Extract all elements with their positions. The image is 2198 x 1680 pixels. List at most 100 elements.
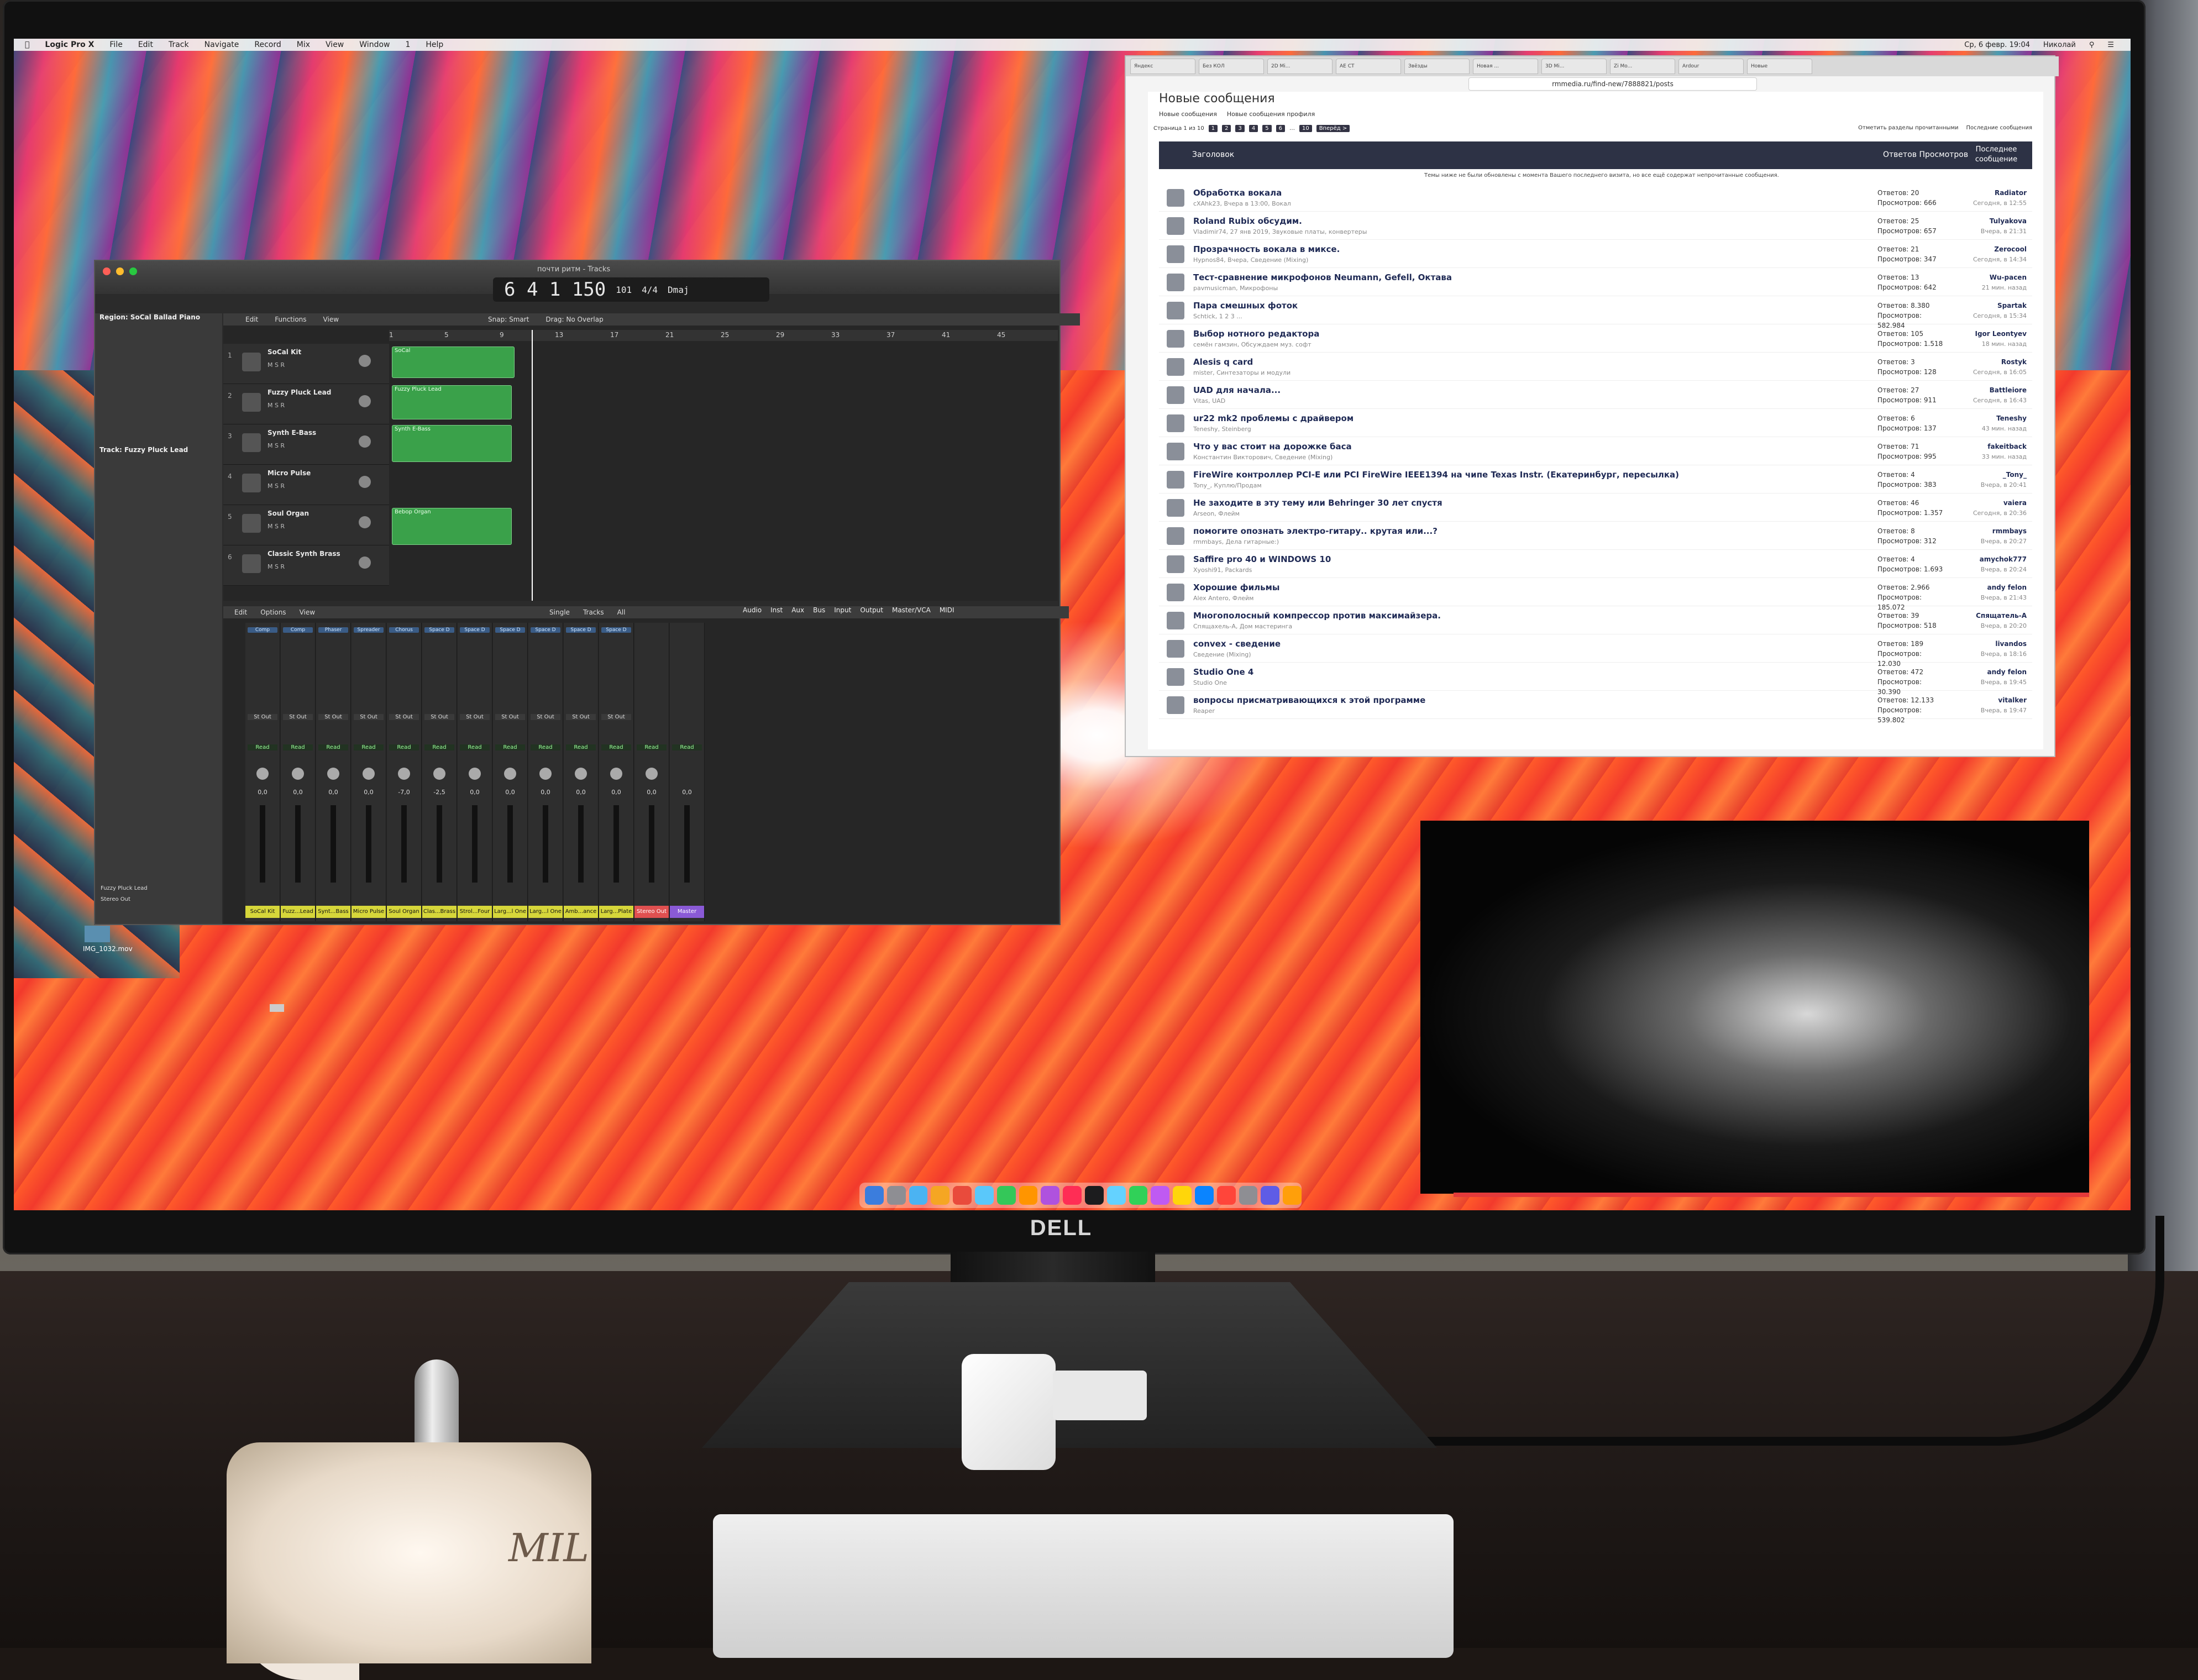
plugin-slot[interactable]: Space D (566, 627, 596, 633)
subnav-new-posts[interactable]: Новые сообщения (1159, 111, 1217, 118)
output-slot[interactable]: St Out (460, 714, 490, 720)
volume-fader[interactable] (295, 805, 301, 883)
volume-fader[interactable] (331, 805, 336, 883)
avatar[interactable] (1167, 471, 1184, 489)
inspector-strip-name[interactable]: Fuzzy Pluck Lead (101, 885, 217, 891)
volume-fader[interactable] (366, 805, 371, 883)
browser-tab[interactable]: 3D Mi... (1541, 59, 1607, 74)
avatar[interactable] (1167, 358, 1184, 376)
last-post-user[interactable]: Igor Leontyev (1949, 329, 2027, 339)
track-msr-buttons[interactable]: M S R (267, 523, 285, 530)
volume-fader[interactable] (684, 805, 690, 883)
last-post-user[interactable]: Teneshy (1949, 413, 2027, 423)
pan-knob[interactable] (292, 768, 304, 780)
video-player[interactable] (1420, 821, 2089, 1194)
dock-app-icon[interactable] (865, 1186, 884, 1205)
last-post-user[interactable]: Wu-pacen (1949, 272, 2027, 282)
tracks-view-menu[interactable]: View (323, 316, 339, 323)
avatar[interactable] (1167, 330, 1184, 348)
channel-name[interactable]: Fuzz...Lead (281, 906, 315, 918)
avatar[interactable] (1167, 696, 1184, 714)
region[interactable]: Synth E-Bass (392, 425, 512, 462)
page-link[interactable]: 2 (1222, 125, 1231, 132)
browser-tab[interactable]: Звёзды (1404, 59, 1470, 74)
table-row[interactable]: Выбор нотного редактора семён гамзин, Обс… (1159, 327, 2032, 353)
thread-title[interactable]: Roland Rubix обсудим. (1193, 216, 1302, 226)
track-header[interactable]: 4 Micro Pulse M S R (223, 465, 389, 505)
track-name[interactable]: Synth E-Bass (267, 429, 316, 437)
browser-tab[interactable]: 2D Mi... (1267, 59, 1333, 74)
filter-inst[interactable]: Inst (770, 606, 783, 614)
last-post-user[interactable]: rmmbays (1949, 526, 2027, 536)
dock-app-icon[interactable] (953, 1186, 972, 1205)
header-counts[interactable]: Ответов Просмотров (1883, 150, 1968, 159)
avatar[interactable] (1167, 584, 1184, 601)
plugin-slot[interactable]: Space D (495, 627, 525, 633)
menu-app-name[interactable]: Logic Pro X (45, 40, 94, 49)
apple-icon[interactable]:  (25, 40, 29, 49)
channel-name[interactable]: Amb...ance (564, 906, 598, 918)
output-slot[interactable]: St Out (389, 714, 419, 720)
thread-title[interactable]: UAD для начала... (1193, 385, 1281, 395)
browser-tab[interactable]: Zi Mo... (1610, 59, 1675, 74)
filter-bus[interactable]: Bus (813, 606, 825, 614)
pan-knob[interactable] (256, 768, 269, 780)
filter-audio[interactable]: Audio (743, 606, 762, 614)
dock-app-icon[interactable] (931, 1186, 950, 1205)
browser-tab[interactable]: AE CT (1336, 59, 1401, 74)
output-slot[interactable]: St Out (318, 714, 348, 720)
dock-app-icon[interactable] (1261, 1186, 1280, 1205)
pan-knob[interactable] (359, 476, 371, 488)
inspector-region[interactable]: Region: SoCal Ballad Piano (99, 313, 200, 321)
menu-1[interactable]: 1 (405, 40, 410, 49)
plugin-slot[interactable]: Phaser (318, 627, 348, 633)
table-row[interactable]: Roland Rubix обсудим. Vladimir74, 27 янв … (1159, 214, 2032, 240)
last-post-user[interactable]: amychok777 (1949, 554, 2027, 564)
region[interactable]: Fuzzy Pluck Lead (392, 385, 512, 419)
page-link[interactable]: 4 (1248, 125, 1258, 132)
volume-fader[interactable] (543, 805, 548, 883)
search-icon[interactable]: ⚲ (2089, 41, 2095, 49)
automation-mode[interactable]: Read (495, 744, 525, 750)
table-row[interactable]: Обработка вокала cXAhk23, Вчера в 13:00, … (1159, 186, 2032, 212)
desktop-file-label[interactable]: IMG_1032.mov (83, 945, 133, 953)
mixer-options-menu[interactable]: Options (260, 608, 286, 616)
avatar[interactable] (1167, 555, 1184, 573)
output-slot[interactable]: St Out (248, 714, 277, 720)
file-icon[interactable] (85, 926, 110, 942)
automation-mode[interactable]: Read (283, 744, 313, 750)
automation-mode[interactable]: Read (354, 744, 384, 750)
channel-name[interactable]: Strol...Four (458, 906, 492, 918)
pan-knob[interactable] (359, 516, 371, 528)
avatar[interactable] (1167, 527, 1184, 545)
thread-title[interactable]: ur22 mk2 проблемы с драйвером (1193, 413, 1354, 423)
table-row[interactable]: вопросы присматривающихся к этой програм… (1159, 693, 2032, 724)
dock-app-icon[interactable] (1194, 1186, 1214, 1205)
channel-name[interactable]: Stereo Out (634, 906, 669, 918)
output-slot[interactable]: St Out (531, 714, 560, 720)
channel-name[interactable]: SoCal Kit (245, 906, 280, 918)
last-post-user[interactable]: andy felon (1949, 582, 2027, 592)
output-slot[interactable]: St Out (566, 714, 596, 720)
avatar[interactable] (1167, 302, 1184, 319)
browser-tab[interactable]: Без КОЛ (1199, 59, 1264, 74)
dock-app-icon[interactable] (1283, 1186, 1302, 1205)
avatar[interactable] (1167, 443, 1184, 460)
pan-knob[interactable] (359, 395, 371, 407)
table-row[interactable]: Многополосный компрессор против максимай… (1159, 608, 2032, 634)
track-msr-buttons[interactable]: M S R (267, 361, 285, 369)
mixer-all-button[interactable]: All (617, 608, 626, 616)
table-row[interactable]: Что у вас стоит на дорожке баса Константи… (1159, 439, 2032, 465)
page-link[interactable]: 10 (1299, 125, 1312, 132)
mixer-view-menu[interactable]: View (300, 608, 315, 616)
table-row[interactable]: Пара смешных фоток Schtick, 1 2 3 ... Отве… (1159, 298, 2032, 329)
table-row[interactable]: FireWire контроллер PCI-E или PCI FireWi… (1159, 468, 2032, 494)
menubar-clock[interactable]: Ср, 6 февр. 19:04 (1964, 41, 2030, 49)
table-row[interactable]: Alesis q card mister, Синтезаторы и модул… (1159, 355, 2032, 381)
avatar[interactable] (1167, 668, 1184, 686)
avatar[interactable] (1167, 499, 1184, 517)
table-row[interactable]: Тест-сравнение микрофонов Neumann, Gefel… (1159, 270, 2032, 296)
volume-fader[interactable] (507, 805, 513, 883)
thread-title[interactable]: Тест-сравнение микрофонов Neumann, Gefel… (1193, 272, 1452, 282)
thread-title[interactable]: conveх - сведение (1193, 639, 1281, 649)
